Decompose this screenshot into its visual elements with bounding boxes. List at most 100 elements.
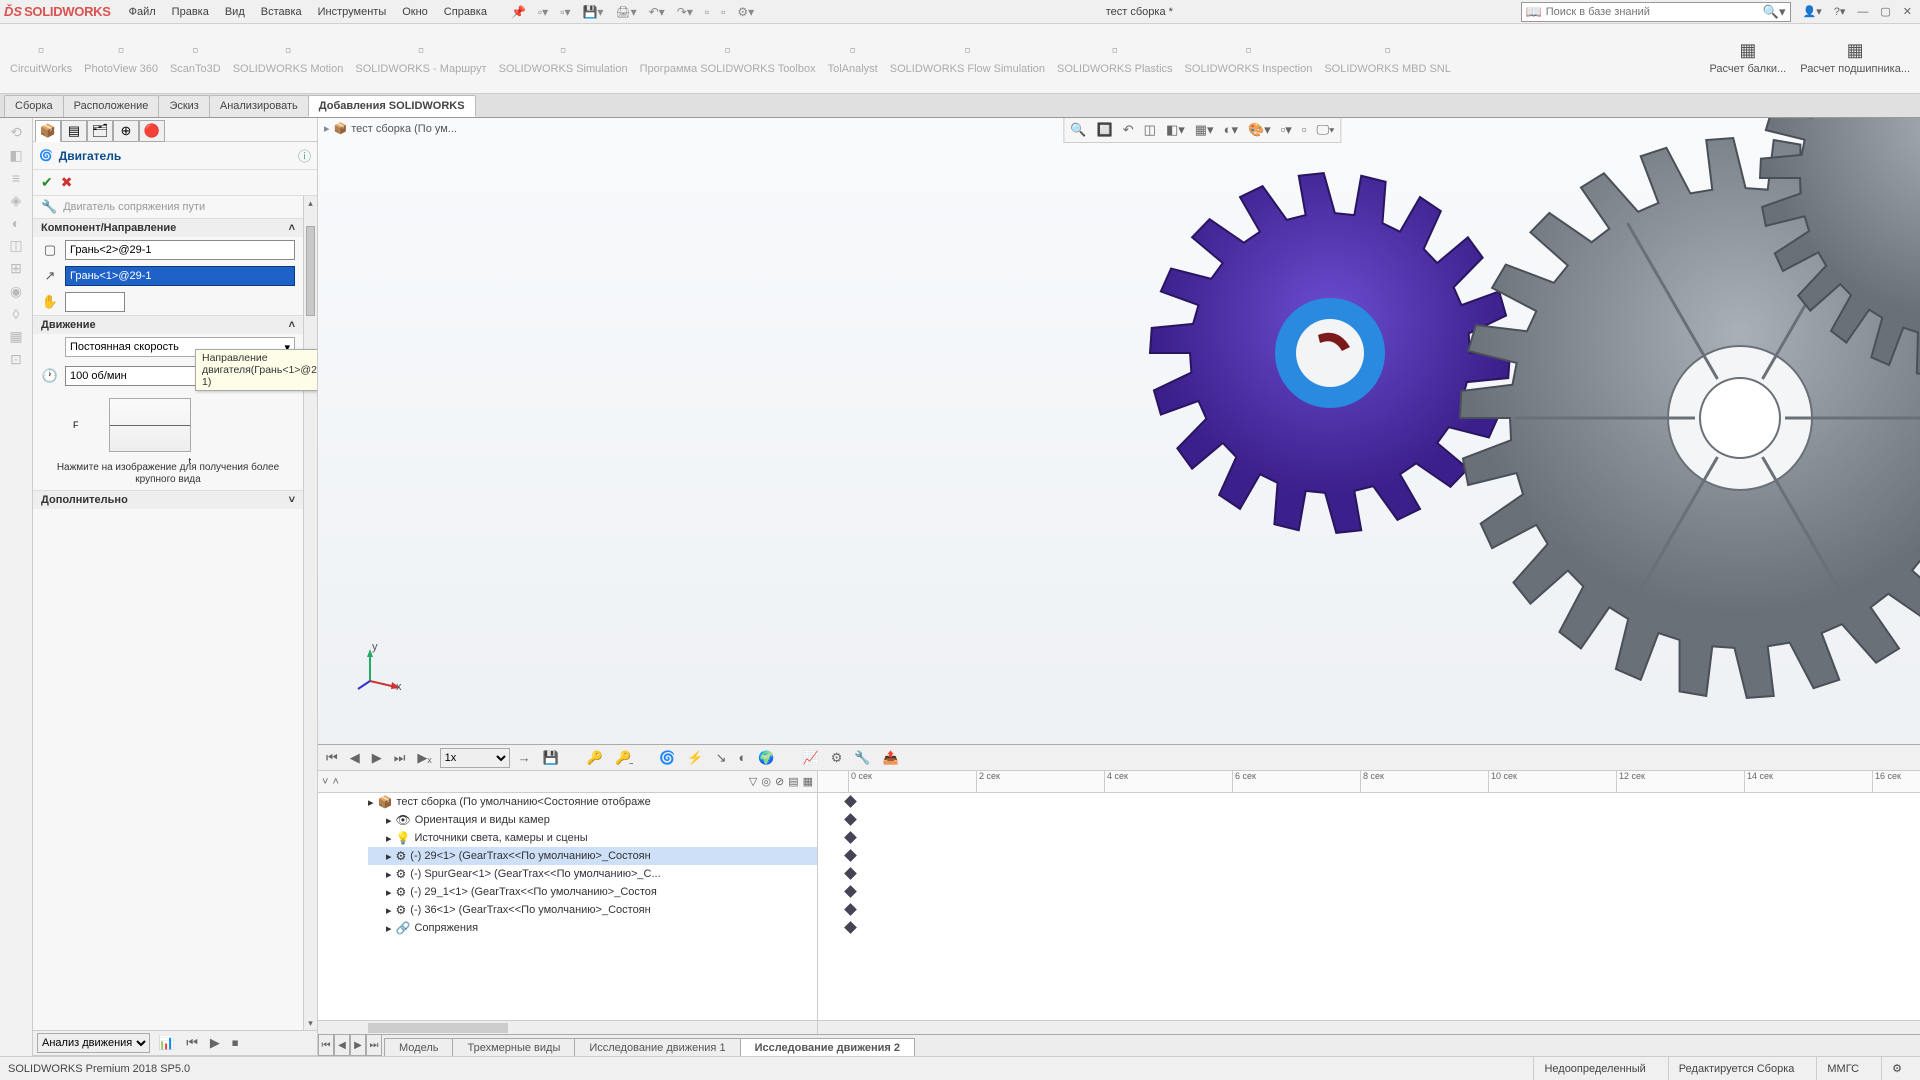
cm-tab[interactable]: Эскиз	[158, 95, 209, 117]
help-icon[interactable]: ⓘ	[298, 146, 311, 165]
cm-tab[interactable]: Добавления SOLIDWORKS	[308, 95, 476, 117]
cm-tab[interactable]: Расположение	[63, 95, 160, 117]
next-sheet-icon[interactable]: ▶	[350, 1034, 366, 1056]
ribbon-button[interactable]: ▫SOLIDWORKS MBD SNL	[1318, 26, 1457, 90]
tool-icon[interactable]: ◫	[9, 237, 22, 254]
tool-icon[interactable]: ⟲	[10, 124, 22, 141]
search-box[interactable]: 📖 🔍▾	[1521, 2, 1791, 22]
keyframe-diamond[interactable]	[844, 795, 857, 808]
pm-tab-feature[interactable]: 📦	[35, 120, 61, 142]
select-icon[interactable]: ▫	[701, 5, 713, 19]
play-from-start-icon[interactable]: ⏮	[182, 1033, 202, 1053]
search-icon[interactable]: 🔍▾	[1763, 4, 1786, 20]
keyframe-diamond[interactable]	[844, 867, 857, 880]
menu-item[interactable]: Правка	[164, 6, 217, 18]
keyframe-diamond[interactable]	[844, 921, 857, 934]
tool-icon[interactable]: ▦	[9, 328, 22, 345]
results-icon[interactable]: 📈	[799, 748, 823, 768]
options-icon[interactable]: ⚙▾	[733, 5, 758, 19]
first-sheet-icon[interactable]: ⏮	[318, 1034, 334, 1056]
graphics-canvas[interactable]: ▸ 📦 тест сборка (По ум... 🔍 🔲 ↶ ◫ ◧▾ ▦▾ …	[318, 118, 1920, 744]
rebuild-icon[interactable]: ▫	[717, 5, 729, 19]
contact-icon[interactable]: ◐	[735, 748, 751, 767]
keyframe-diamond[interactable]	[844, 831, 857, 844]
tool-icon[interactable]: ◐	[12, 215, 20, 231]
ribbon-button[interactable]: ▫SOLIDWORKS Flow Simulation	[884, 26, 1051, 90]
tree-h-scrollbar[interactable]	[318, 1020, 817, 1034]
pin-icon[interactable]: 📌	[507, 5, 530, 19]
print-icon[interactable]: 🖨▾	[611, 5, 640, 19]
menu-item[interactable]: Вставка	[253, 6, 310, 18]
status-units[interactable]: ММГС	[1816, 1057, 1869, 1080]
tree-row[interactable]: ▸🔗Сопряжения	[368, 919, 817, 937]
motor-icon[interactable]: 🌀	[655, 748, 679, 768]
calc-icon[interactable]: 📊	[154, 1033, 178, 1053]
timeline-h-scrollbar[interactable]	[818, 1020, 1920, 1034]
menu-item[interactable]: Файл	[121, 6, 164, 18]
keyframe-diamond[interactable]	[844, 903, 857, 916]
ribbon-button[interactable]: ▦Расчет балки...	[1703, 26, 1792, 90]
ribbon-button[interactable]: ▫SOLIDWORKS Motion	[227, 26, 350, 90]
playback-speed-select[interactable]: 1x	[440, 748, 510, 768]
play-icon[interactable]: ▶	[206, 1033, 224, 1053]
menu-item[interactable]: Вид	[217, 6, 253, 18]
study-type-select[interactable]: Анализ движения	[37, 1033, 150, 1053]
last-sheet-icon[interactable]: ⏭	[366, 1034, 382, 1056]
tree-row[interactable]: ▸⚙(-) 29<1> (GearTrax<<По умолчанию>_Сос…	[368, 847, 817, 865]
settings-icon[interactable]: 🔧	[850, 748, 874, 768]
save-anim-icon[interactable]: 💾	[539, 748, 563, 768]
study-tab[interactable]: Исследование движения 2	[740, 1038, 915, 1056]
ribbon-button[interactable]: ▫Программа SOLIDWORKS Toolbox	[634, 26, 822, 90]
slow-icon[interactable]: ▶ₓ	[413, 748, 435, 768]
collapse-icon[interactable]: ˅	[322, 776, 328, 788]
filter5-icon[interactable]: ▦	[803, 775, 813, 788]
tool-icon[interactable]: ≡	[12, 170, 20, 186]
open-icon[interactable]: ▫▾	[556, 5, 574, 19]
keyframe-diamond[interactable]	[844, 849, 857, 862]
force-icon[interactable]: ↘	[712, 748, 731, 768]
filter-icon[interactable]: ▽	[749, 775, 757, 788]
ribbon-button[interactable]: ▫SOLIDWORKS Plastics	[1051, 26, 1179, 90]
direction-field[interactable]	[65, 266, 295, 286]
stop-icon[interactable]: ⏹	[228, 1033, 243, 1053]
pm-tab-config[interactable]: ▤	[61, 120, 87, 142]
ribbon-button[interactable]: ▫SOLIDWORKS - Маршрут	[349, 26, 492, 90]
ribbon-button[interactable]: ▫ScanTo3D	[164, 26, 227, 90]
keyframe-diamond[interactable]	[844, 885, 857, 898]
ribbon-button[interactable]: ▦Расчет подшипника...	[1794, 26, 1916, 90]
ribbon-button[interactable]: ▫SOLIDWORKS Simulation	[493, 26, 634, 90]
tree-row[interactable]: ▸👁Ориентация и виды камер	[368, 811, 817, 829]
filter3-icon[interactable]: ⊘	[775, 775, 784, 788]
tree-row[interactable]: ▸⚙(-) 29_1<1> (GearTrax<<По умолчанию>_С…	[368, 883, 817, 901]
pm-tab-display[interactable]: 🗂	[87, 120, 113, 142]
scroll-thumb[interactable]	[306, 226, 315, 316]
close-button[interactable]: ✕	[1899, 5, 1916, 18]
tool-icon[interactable]: ⊞	[10, 260, 22, 277]
timeline-ruler[interactable]: 0 сек2 сек4 сек6 сек8 сек10 сек12 сек14 …	[818, 771, 1920, 793]
tree-row[interactable]: ▸⚙(-) SpurGear<1> (GearTrax<<По умолчани…	[368, 865, 817, 883]
component-field[interactable]	[65, 240, 295, 260]
tool-icon[interactable]: ◈	[11, 192, 22, 209]
filter4-icon[interactable]: ▤	[788, 775, 798, 788]
rewind-icon[interactable]: ⏮	[322, 748, 342, 768]
tool-icon[interactable]: ◉	[10, 283, 22, 300]
flyout-breadcrumb[interactable]: ▸ 📦 тест сборка (По ум...	[324, 122, 457, 135]
ribbon-button[interactable]: ▫SOLIDWORKS Inspection	[1179, 26, 1319, 90]
study-tab[interactable]: Трехмерные виды	[452, 1038, 575, 1056]
new-icon[interactable]: ▫▾	[534, 5, 552, 19]
expand-icon[interactable]: ˄	[332, 776, 338, 788]
pm-section-header[interactable]: Компонент/Направление ˄	[33, 219, 303, 237]
play-back-icon[interactable]: ◀	[346, 748, 364, 768]
cm-tab[interactable]: Сборка	[4, 95, 64, 117]
cancel-button[interactable]: ✖	[61, 174, 73, 191]
ribbon-button[interactable]: ▫CircuitWorks	[4, 26, 78, 90]
cm-tab[interactable]: Анализировать	[209, 95, 309, 117]
study-tab[interactable]: Исследование движения 1	[574, 1038, 740, 1056]
ribbon-button[interactable]: ▫TolAnalyst	[822, 26, 884, 90]
play-icon[interactable]: ▶	[368, 748, 386, 768]
undo-icon[interactable]: ↶▾	[645, 5, 669, 19]
maximize-button[interactable]: ▢	[1876, 5, 1894, 18]
export-icon[interactable]: 📤	[879, 748, 903, 768]
status-extra-icon[interactable]: ⚙	[1881, 1057, 1912, 1080]
autokey-icon[interactable]: 🔑̱	[611, 748, 635, 768]
